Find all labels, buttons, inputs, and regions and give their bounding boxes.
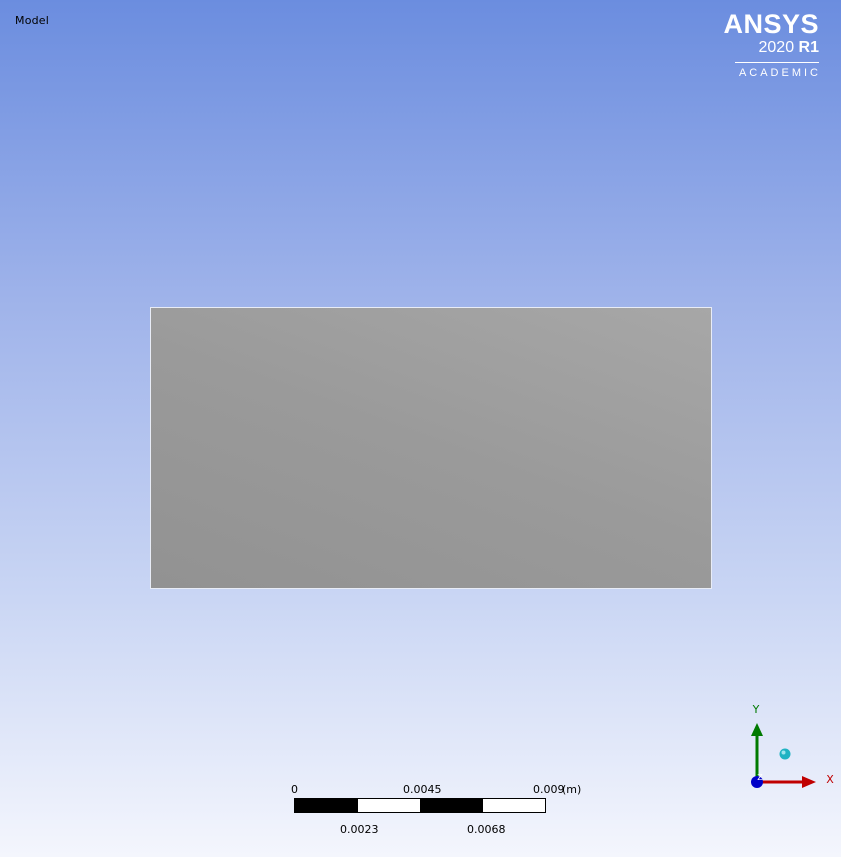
scale-segment: [295, 799, 358, 812]
scale-label-three-quarter: 0.0068: [467, 823, 506, 836]
graphics-viewport[interactable]: Model ANSYS 2020 R1 ACADEMIC 0 0.0045 0.…: [0, 0, 841, 857]
y-axis-label: Y: [752, 703, 760, 716]
y-axis-arrowhead: [751, 723, 763, 736]
scale-segment: [420, 799, 483, 812]
logo-brand: ANSYS: [723, 9, 819, 39]
logo-version: 2020 R1: [723, 39, 820, 57]
logo-version-year: 2020: [758, 39, 795, 56]
iso-view-ball-icon[interactable]: [779, 748, 791, 760]
ansys-logo: ANSYS 2020 R1 ACADEMIC: [723, 10, 819, 79]
model-geometry-body[interactable]: [150, 307, 712, 589]
x-axis-label: X: [826, 773, 834, 786]
scale-bar: [294, 798, 546, 813]
scale-label-max: 0.009: [533, 783, 565, 796]
z-axis-label: Z: [757, 773, 763, 782]
scale-label-0: 0: [291, 783, 298, 796]
logo-version-release: R1: [798, 39, 819, 56]
x-axis-arrowhead: [802, 776, 816, 788]
scale-label-mid: 0.0045: [403, 783, 442, 796]
scale-unit: (m): [562, 783, 582, 796]
scale-label-quarter: 0.0023: [340, 823, 379, 836]
scale-segment: [357, 799, 420, 812]
viewport-title: Model: [15, 14, 50, 27]
logo-edition: ACADEMIC: [738, 67, 821, 79]
scale-segment: [482, 799, 545, 812]
logo-divider: [735, 62, 819, 63]
iso-view-ball-highlight: [781, 750, 786, 755]
coordinate-triad[interactable]: Y X Z: [740, 700, 840, 800]
